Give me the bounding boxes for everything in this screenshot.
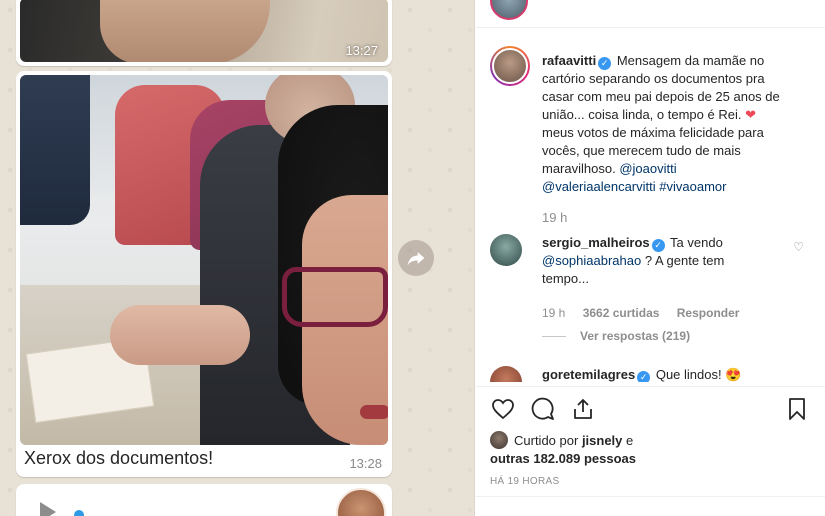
comment-text: goretemilagres ✓ Que lindos! 😍 [542, 366, 742, 382]
photo-hand [100, 0, 270, 62]
comment-icon [531, 397, 554, 420]
header-avatar[interactable] [490, 0, 528, 20]
verified-icon: ✓ [651, 239, 665, 252]
author-avatar-image [492, 48, 528, 84]
comment-likes[interactable]: 3662 curtidas [583, 306, 660, 320]
heart-eyes-emoji-icon: 😍 [725, 367, 742, 382]
forward-button[interactable] [398, 240, 434, 276]
mention-link[interactable]: @joaovitti [619, 161, 676, 176]
heart-emoji-icon: ❤ [745, 107, 756, 122]
commenter-username[interactable]: goretemilagres [542, 367, 635, 382]
comment-item: sergio_malheiros ✓ Ta vendo @sophiaabraha… [490, 234, 804, 344]
commenter-avatar[interactable] [490, 366, 522, 382]
verified-icon: ✓ [598, 57, 612, 70]
bookmark-icon [789, 398, 805, 420]
image-message-main[interactable]: Xerox dos documentos! 13:28 [16, 71, 392, 477]
chat-panel: 13:27 Xerox dos documentos! 13:28 [0, 0, 475, 516]
mention-link[interactable]: @sophiaabrahao [542, 253, 641, 268]
likes-summary: Curtido por jisnely e outras 182.089 pes… [490, 431, 810, 468]
verified-icon: ✓ [637, 371, 651, 382]
comment-time[interactable]: 19 h [542, 306, 565, 320]
play-icon[interactable] [40, 502, 56, 516]
view-replies-label: Ver respostas (219) [580, 329, 691, 343]
replies-divider [542, 336, 566, 338]
post-timestamp[interactable]: HÁ 19 HORAS [490, 476, 559, 487]
photo-notary-office [20, 75, 388, 445]
post-actions [490, 396, 810, 426]
comment-text-part: Ta vendo [670, 235, 723, 250]
likes-connector: e [626, 433, 634, 448]
share-button[interactable] [570, 396, 596, 422]
image-message-top[interactable]: 13:27 [16, 0, 392, 66]
save-button[interactable] [784, 396, 810, 422]
message-caption: Xerox dos documentos! [24, 448, 214, 468]
divider [476, 496, 825, 497]
likes-prefix: Curtido por [514, 433, 579, 448]
commenter-username[interactable]: sergio_malheiros [542, 235, 650, 250]
audio-progress-dot[interactable] [74, 510, 84, 516]
comment-text: sergio_malheiros ✓ Ta vendo @sophiaabraha… [542, 234, 742, 288]
photo-hands-documents: 13:27 [20, 0, 388, 62]
share-icon [574, 399, 592, 419]
divider [476, 386, 825, 387]
message-time: 13:27 [345, 43, 378, 58]
audio-message[interactable] [16, 484, 392, 516]
post-time[interactable]: 19 h [542, 210, 567, 225]
comment-text-part: Que lindos! [655, 367, 722, 382]
hashtag-link[interactable]: #vivaoamor [659, 179, 726, 194]
photo-hands [110, 305, 250, 365]
like-comment-heart-icon[interactable]: ♡ [793, 240, 804, 254]
comment-meta: 19 h 3662 curtidas Responder [542, 306, 753, 320]
photo-glasses [282, 267, 388, 327]
comment-button[interactable] [530, 396, 556, 422]
message-time: 13:28 [349, 456, 382, 471]
commenter-avatar[interactable] [490, 234, 522, 266]
avatar [336, 488, 386, 516]
instagram-panel: rafaavitti ✓ Mensagem da mamãe no cartóri… [476, 0, 825, 516]
heart-icon [492, 399, 514, 420]
divider [476, 27, 825, 28]
liker-avatar[interactable] [490, 431, 508, 449]
caption-text: rafaavitti ✓ Mensagem da mamãe no cartóri… [542, 52, 787, 196]
likes-count-button[interactable]: outras 182.089 pessoas [490, 451, 636, 466]
forward-icon [407, 252, 425, 266]
author-avatar[interactable] [490, 46, 530, 86]
like-button[interactable] [490, 396, 516, 422]
comment-item: goretemilagres✓ Que lindos! 😍 ♡ [490, 366, 790, 382]
mention-link[interactable]: @valeriaalencarvitti [542, 179, 656, 194]
photo-person-left [20, 75, 90, 225]
reply-button[interactable]: Responder [677, 306, 740, 320]
view-replies-button[interactable]: Ver respostas (219) [542, 329, 690, 343]
liker-username[interactable]: jisnely [582, 433, 622, 448]
author-username[interactable]: rafaavitti [542, 53, 596, 68]
photo-lips [360, 405, 388, 419]
